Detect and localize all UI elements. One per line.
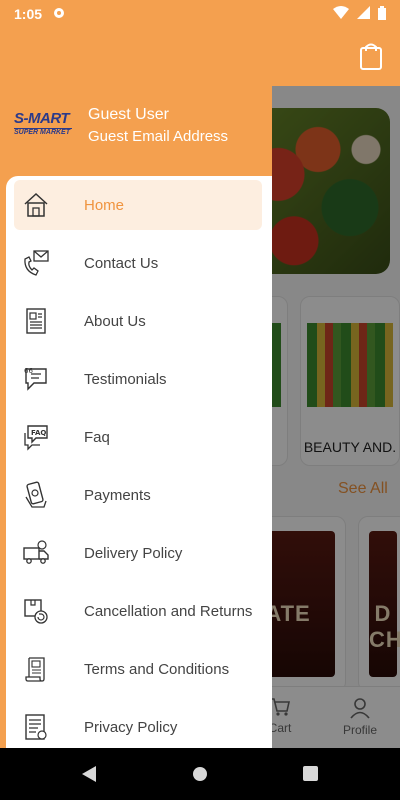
cash-icon [25, 481, 47, 508]
recents-icon[interactable] [303, 766, 318, 781]
phone-mail-icon [24, 250, 49, 276]
faq-bubble-icon: FAQ [24, 425, 48, 451]
drawer-menu: Home Contact Us About Us 66 Testimonials… [6, 176, 272, 748]
drawer-item-label: Cancellation and Returns [84, 602, 253, 620]
drawer-item-delivery-policy[interactable]: Delivery Policy [14, 528, 262, 578]
signal-icon [357, 6, 370, 22]
drawer-item-label: Privacy Policy [84, 718, 178, 736]
user-name: Guest User [88, 106, 169, 123]
svg-text:FAQ: FAQ [31, 429, 46, 437]
user-email: Guest Email Address [88, 128, 229, 145]
drawer-item-cancellation-returns[interactable]: Cancellation and Returns [14, 586, 262, 636]
drawer-item-terms-conditions[interactable]: Terms and Conditions [14, 644, 262, 694]
wifi-icon [333, 6, 349, 22]
navigation-drawer: S-MART SUPER MARKET Guest User Guest Ema… [0, 28, 272, 748]
drawer-header: S-MART SUPER MARKET Guest User Guest Ema… [0, 86, 272, 176]
drawer-item-about-us[interactable]: About Us [14, 296, 262, 346]
delivery-truck-icon [23, 540, 49, 564]
drawer-item-label: Payments [84, 486, 151, 504]
return-box-icon [24, 599, 48, 624]
smart-logo: S-MART SUPER MARKET [14, 110, 72, 136]
gear-icon [52, 6, 66, 23]
drawer-item-faq[interactable]: FAQ Faq [14, 412, 262, 462]
drawer-item-label: Faq [84, 428, 110, 446]
drawer-item-label: About Us [84, 312, 146, 330]
drawer-item-label: Terms and Conditions [84, 660, 230, 678]
document-icon [26, 308, 46, 334]
battery-icon [378, 5, 386, 23]
drawer-item-label: Home [84, 196, 125, 214]
drawer-item-privacy-policy[interactable]: Privacy Policy [14, 702, 262, 748]
home-circle-icon[interactable] [192, 766, 208, 782]
system-nav-bar [0, 748, 400, 800]
scroll-icon [25, 657, 45, 682]
drawer-item-contact-us[interactable]: Contact Us [14, 238, 262, 288]
shopping-bag-icon[interactable] [360, 42, 382, 70]
drawer-item-home[interactable]: Home [14, 180, 262, 230]
back-icon[interactable] [82, 766, 96, 782]
house-icon [24, 192, 48, 217]
drawer-item-label: Testimonials [84, 370, 167, 388]
status-bar: 1:05 [0, 0, 400, 28]
drawer-item-label: Contact Us [84, 254, 159, 272]
policy-doc-icon [25, 714, 47, 740]
quote-bubble-icon: 66 [24, 367, 47, 391]
drawer-item-testimonials[interactable]: 66 Testimonials [14, 354, 262, 404]
status-time: 1:05 [14, 6, 43, 22]
svg-text:66: 66 [24, 367, 33, 375]
drawer-item-label: Delivery Policy [84, 544, 183, 562]
drawer-item-payments[interactable]: Payments [14, 470, 262, 520]
